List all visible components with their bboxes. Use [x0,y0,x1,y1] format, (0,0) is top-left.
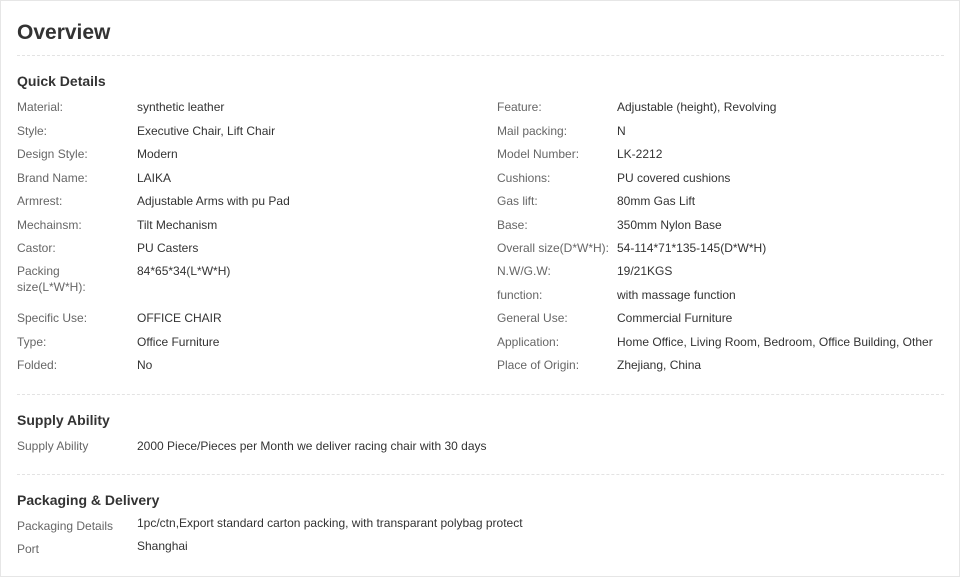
style-label: Style: [17,124,48,138]
armrest-value: Adjustable Arms with pu Pad [137,194,290,208]
packaging-details-label: Packaging Details [17,519,114,533]
armrest-label: Armrest: [17,194,63,208]
brand-name-value: LAIKA [137,171,172,185]
overall-size-value: 54-114*71*135-145(D*W*H) [617,241,767,255]
quick-details-title: Quick Details [17,73,106,89]
port-label: Port [17,542,40,556]
divider [17,55,944,56]
mechanism-label: Mechainsm: [17,218,82,232]
specific-use-label: Specific Use: [17,311,88,325]
base-value: 350mm Nylon Base [617,218,722,232]
general-use-value: Commercial Furniture [617,311,733,325]
function-value: with massage function [617,288,736,302]
model-number-value: LK-2212 [617,147,663,161]
net-gross-weight-value: 19/21KGS [617,264,673,278]
folded-label: Folded: [17,358,58,372]
packaging-delivery-title: Packaging & Delivery [17,492,160,508]
port-value: Shanghai [137,539,188,553]
packaging-details-value: 1pc/ctn,Export standard carton packing, … [137,516,523,530]
gas-lift-value: 80mm Gas Lift [617,194,696,208]
mail-packing-value: N [617,124,626,138]
application-label: Application: [497,335,560,349]
divider [17,474,944,475]
application-value: Home Office, Living Room, Bedroom, Offic… [617,335,933,349]
material-value: synthetic leather [137,100,225,114]
divider [17,394,944,395]
place-of-origin-label: Place of Origin: [497,358,580,372]
net-gross-weight-label: N.W/G.W: [497,264,551,278]
feature-label: Feature: [497,100,542,114]
type-label: Type: [17,335,47,349]
supply-ability-label: Supply Ability [17,439,89,453]
model-number-label: Model Number: [497,147,580,161]
overview-title: Overview [17,21,111,44]
gas-lift-label: Gas lift: [497,194,538,208]
design-style-label: Design Style: [17,147,88,161]
product-details-panel: Overview Quick Details Material: synthet… [0,0,960,577]
mail-packing-label: Mail packing: [497,124,568,138]
specific-use-value: OFFICE CHAIR [137,311,222,325]
function-label: function: [497,288,543,302]
overall-size-label: Overall size(D*W*H): [497,241,610,255]
general-use-label: General Use: [497,311,568,325]
mechanism-value: Tilt Mechanism [137,218,218,232]
place-of-origin-value: Zhejiang, China [617,358,702,372]
supply-ability-value: 2000 Piece/Pieces per Month we deliver r… [137,439,487,453]
material-label: Material: [17,100,64,114]
feature-value: Adjustable (height), Revolving [617,100,777,114]
castor-value: PU Casters [137,241,199,255]
type-value: Office Furniture [137,335,220,349]
folded-value: No [137,358,153,372]
castor-label: Castor: [17,241,56,255]
cushions-value: PU covered cushions [617,171,731,185]
base-label: Base: [497,218,528,232]
supply-ability-title: Supply Ability [17,412,110,428]
design-style-value: Modern [137,147,178,161]
cushions-label: Cushions: [497,171,551,185]
packing-size-label: Packing size(L*W*H): [17,264,86,294]
style-value: Executive Chair, Lift Chair [137,124,276,138]
packing-size-value: 84*65*34(L*W*H) [137,264,231,278]
brand-name-label: Brand Name: [17,171,88,185]
